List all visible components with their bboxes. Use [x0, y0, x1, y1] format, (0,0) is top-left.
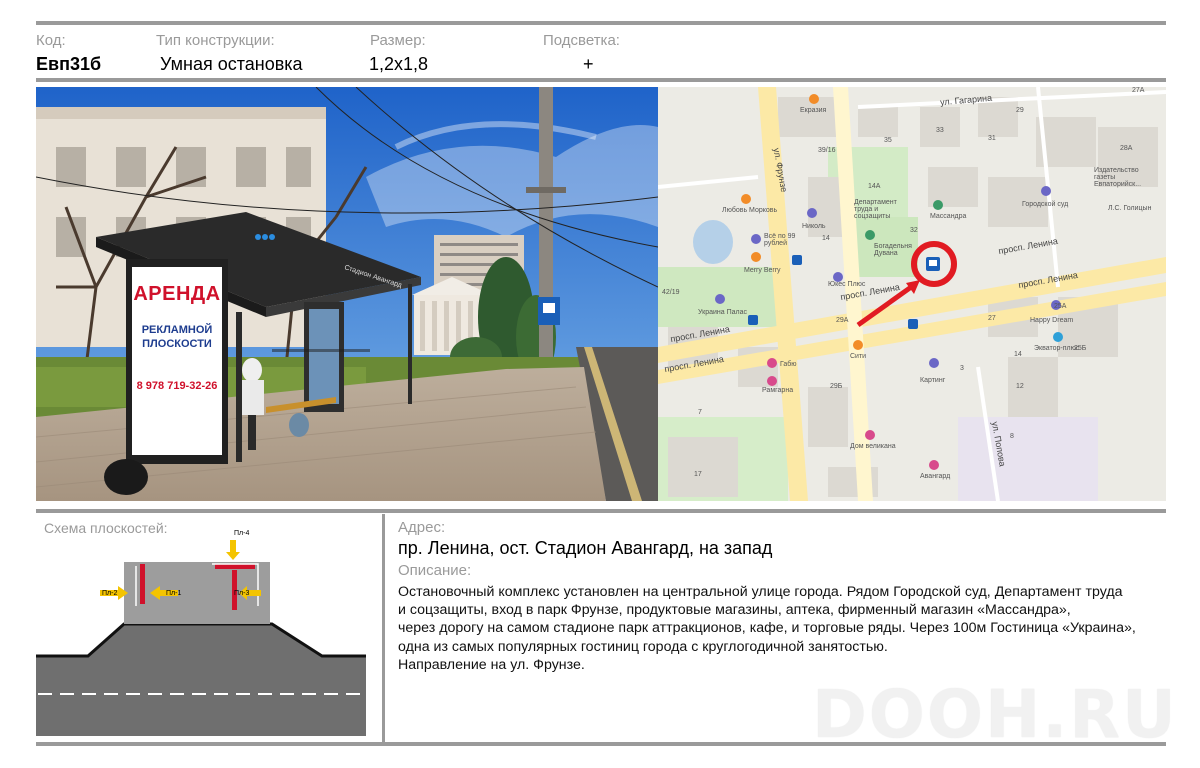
poi-fabio: Габю	[780, 361, 797, 368]
bottom-rule	[36, 742, 1166, 746]
poi-ramgarna: Рамгарна	[762, 387, 794, 394]
billboard-headline: АРЕНДА	[133, 283, 221, 305]
description-line: через дорогу на самом стадионе парк аттр…	[398, 620, 1136, 637]
house-3916: 39/16	[818, 147, 836, 154]
plane-label-3: Пл-3	[234, 590, 250, 597]
poi-sity: Сити	[850, 353, 867, 360]
house-4219: 42/19	[662, 289, 680, 296]
billboard-text: АРЕНДА РЕКЛАМНОЙ ПЛОСКОСТИ 8 978 719-32-…	[132, 273, 222, 392]
house-7: 7	[698, 409, 702, 416]
code-label: Код:	[36, 32, 66, 49]
house-25a: 25А	[1054, 303, 1067, 310]
house-12: 12	[1016, 383, 1024, 390]
size-value: 1,2x1,8	[369, 54, 429, 74]
billboard-line3: ПЛОСКОСТИ	[142, 338, 212, 350]
plane-label-1: Пл-1	[166, 590, 182, 597]
house-27: 27	[988, 315, 996, 322]
poi-dom-velikana: Дом великана	[850, 443, 896, 450]
house-29b: 29Б	[830, 383, 843, 390]
top-rule	[36, 21, 1166, 25]
poi-lyubov: Любовь Морковь	[722, 207, 778, 214]
poi-izdatelstvo: Издательство газеты Евпаторийск...	[1094, 167, 1142, 188]
description-line: и соцзащиты, вход в парк Фрунзе, продукт…	[398, 602, 1071, 619]
poi-karting: Картинг	[920, 377, 946, 384]
poi-massandra: Массандра	[930, 213, 967, 220]
location-map[interactable]: просп. Ленина просп. Ленина просп. Ленин…	[658, 87, 1166, 501]
code-value: Евп31б	[36, 54, 102, 74]
scheme-drawing	[36, 540, 366, 736]
map-canvas	[658, 87, 1166, 501]
poi-ukraina: Украина Палас	[698, 309, 747, 316]
plane-label-4: Пл-4	[234, 530, 250, 537]
poi-nikol: Николь	[802, 223, 826, 230]
poi-ekvator: Экватор-плюс	[1034, 345, 1080, 352]
light-value: +	[583, 54, 594, 74]
poi-dubrava: Богадельня Дувана	[874, 243, 912, 257]
description-line: одна из самых популярных гостиниц города…	[398, 638, 888, 655]
description-text: Остановочный комплекс установлен на цент…	[398, 583, 1168, 674]
poi-yukes: Юкес Плюс	[828, 281, 866, 288]
house-3: 3	[960, 365, 964, 372]
size-label: Размер:	[370, 32, 426, 49]
vertical-divider	[382, 514, 385, 744]
house-33: 33	[936, 127, 944, 134]
header-rule	[36, 78, 1166, 82]
house-27a: 27А	[1132, 87, 1145, 94]
house-14a: 14А	[868, 183, 881, 190]
poi-merry: Merry Berry	[744, 267, 781, 274]
address-value: пр. Ленина, ост. Стадион Авангард, на за…	[398, 538, 773, 558]
house-8: 8	[1010, 433, 1014, 440]
description-line: Направление на ул. Фрунзе.	[398, 656, 585, 673]
house-29a: 29А	[836, 317, 849, 324]
light-label: Подсветка:	[543, 32, 620, 49]
billboard-phone: 8 978 719-32-26	[136, 380, 218, 392]
type-label: Тип конструкции:	[156, 32, 275, 49]
billboard-line2: РЕКЛАМНОЙ	[141, 324, 213, 336]
poi-happy: Happy Dream	[1030, 317, 1074, 324]
photo-illustration: Стадион Авангард	[36, 87, 658, 501]
poi-avangard: Авангард	[920, 473, 951, 480]
house-28a: 28А	[1120, 145, 1133, 152]
house-32: 32	[910, 227, 918, 234]
description-label: Описание:	[398, 562, 472, 579]
plane-label-2: Пл-2	[102, 590, 118, 597]
address-label: Адрес:	[398, 519, 446, 536]
poi-department: Департамент труда и соцзащиты	[854, 199, 897, 220]
poi-sud: Городской суд	[1022, 201, 1069, 208]
house-14b: 14	[1014, 351, 1022, 358]
house-29: 29	[1016, 107, 1024, 114]
location-photo: Стадион Авангард АРЕНДА РЕКЛАМНОЙ ПЛОСКО…	[36, 87, 658, 501]
house-14: 14	[822, 235, 830, 242]
description-line: Остановочный комплекс установлен на цент…	[398, 584, 1123, 600]
type-value: Умная остановка	[160, 54, 303, 74]
poi-golitsyn: Л.С. Голицын	[1108, 205, 1152, 212]
house-35: 35	[884, 137, 892, 144]
poi-vse99: Всё по 99 рублей	[764, 233, 796, 247]
house-25b: 25Б	[1074, 345, 1087, 352]
planes-scheme: Схема плоскостей: Пл-1 Пл-2 Пл-3 Пл-4	[36, 514, 366, 740]
middle-rule	[36, 509, 1166, 513]
house-17: 17	[694, 471, 702, 478]
poi-ekrazia: Екразия	[800, 107, 827, 114]
house-31: 31	[988, 135, 996, 142]
